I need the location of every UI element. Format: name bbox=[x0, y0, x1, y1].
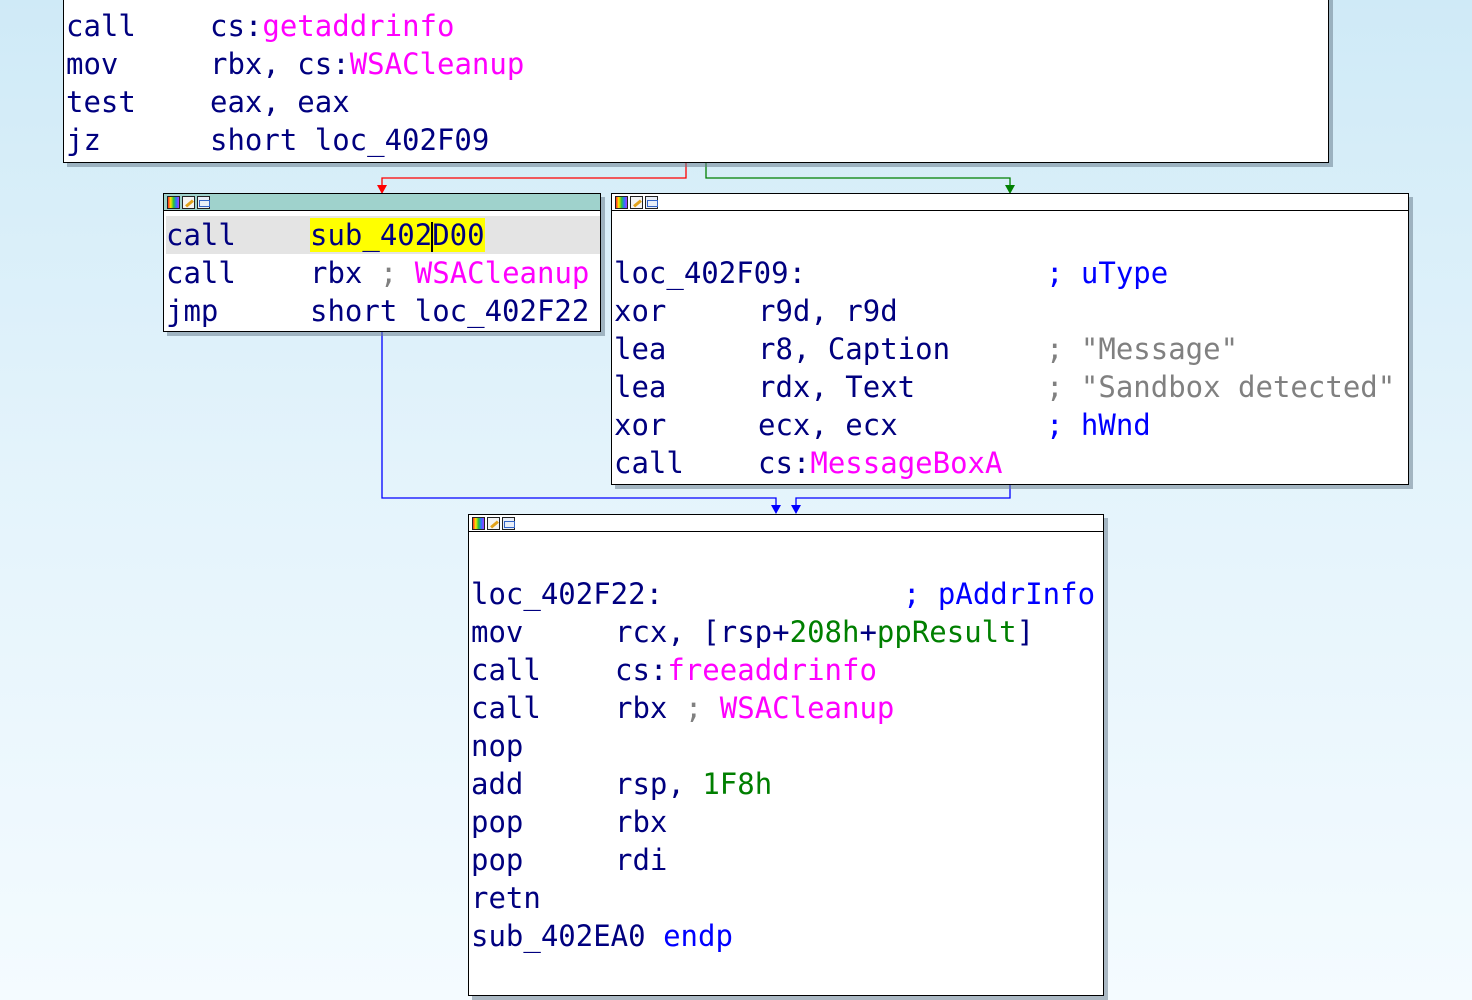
comment-import[interactable]: WSACleanup bbox=[415, 256, 590, 290]
instruction-line[interactable]: xor ecx, ecx; hWnd bbox=[614, 406, 1151, 444]
proc-end-line[interactable]: sub_402EA0 endp bbox=[471, 917, 733, 955]
palette-icon[interactable] bbox=[615, 195, 628, 209]
instruction-line-selected[interactable]: call sub_402D00 bbox=[166, 216, 600, 254]
instruction-line[interactable]: pop rbx bbox=[471, 803, 667, 841]
graph-icon[interactable] bbox=[197, 195, 210, 209]
block-label[interactable]: loc_402F09: bbox=[614, 254, 1046, 292]
string-comment: "Sandbox detected" bbox=[1080, 370, 1396, 404]
code-block-top[interactable]: call cs:getaddrinfo mov rbx, cs:WSACleanup… bbox=[63, 0, 1329, 163]
instruction-line[interactable]: call rbx ; WSACleanup bbox=[166, 254, 589, 292]
instruction-line[interactable]: add rsp, 1F8h bbox=[471, 765, 772, 803]
instruction-line[interactable]: jz short loc_402F09 bbox=[66, 121, 489, 159]
function-name[interactable]: sub_402EA0 bbox=[471, 919, 663, 953]
instruction-line[interactable]: nop bbox=[471, 727, 615, 765]
instruction-line[interactable]: retn bbox=[471, 879, 615, 917]
instruction-line[interactable]: mov rcx, [rsp+208h+ppResult] bbox=[471, 613, 1034, 651]
branch-target[interactable]: short loc_402F22 bbox=[310, 294, 589, 328]
instruction-line[interactable]: xor r9d, r9d bbox=[614, 292, 1046, 330]
graph-icon[interactable] bbox=[502, 516, 515, 530]
string-comment: "Message" bbox=[1080, 332, 1239, 366]
code-block-bottom[interactable]: loc_402F22:; pAddrInfo mov rcx, [rsp+208h… bbox=[468, 514, 1104, 996]
label-line[interactable]: loc_402F22:; pAddrInfo bbox=[471, 575, 1095, 613]
arrowhead-fallthrough-right bbox=[791, 505, 801, 514]
stack-var[interactable]: ppResult bbox=[877, 615, 1017, 649]
instruction-line[interactable]: jmp short loc_402F22 bbox=[166, 292, 589, 330]
instruction-line[interactable]: pop rdi bbox=[471, 841, 667, 879]
import-name[interactable]: freeaddrinfo bbox=[667, 653, 877, 687]
branch-target[interactable]: short loc_402F09 bbox=[210, 123, 489, 157]
edit-icon[interactable] bbox=[630, 195, 643, 209]
edge-true-branch[interactable] bbox=[705, 163, 1011, 188]
arrowhead-jump-left bbox=[771, 505, 781, 514]
edge-false-branch[interactable] bbox=[381, 163, 687, 188]
comment-import[interactable]: WSACleanup bbox=[720, 691, 895, 725]
code-block-left[interactable]: call sub_402D00 call rbx ; WSACleanup jmp s… bbox=[163, 193, 601, 332]
line-comment: ; pAddrInfo bbox=[903, 577, 1096, 611]
line-comment: ; hWnd bbox=[1046, 408, 1151, 442]
edge-fallthrough-right[interactable] bbox=[795, 485, 1011, 508]
instruction-line[interactable]: mov rbx, cs:WSACleanup bbox=[66, 45, 524, 83]
instruction-line[interactable]: lea rdx, Text; "Sandbox detected" bbox=[614, 368, 1395, 406]
instruction-line[interactable]: call rbx ; WSACleanup bbox=[471, 689, 894, 727]
instruction-line[interactable]: call cs:freeaddrinfo bbox=[471, 651, 877, 689]
block-header bbox=[469, 515, 1103, 532]
instruction-line[interactable]: call cs:getaddrinfo bbox=[66, 7, 454, 45]
line-comment: ; uType bbox=[1046, 256, 1169, 290]
edit-icon[interactable] bbox=[182, 195, 195, 209]
palette-icon[interactable] bbox=[167, 195, 180, 209]
instruction-line[interactable]: lea r8, Caption; "Message" bbox=[614, 330, 1238, 368]
graph-icon[interactable] bbox=[645, 195, 658, 209]
palette-icon[interactable] bbox=[472, 516, 485, 530]
instruction-line[interactable]: call cs:MessageBoxA bbox=[614, 444, 1002, 482]
import-name[interactable]: getaddrinfo bbox=[262, 9, 454, 43]
code-block-right[interactable]: loc_402F09:; uType xor r9d, r9d lea r8, Ca… bbox=[611, 193, 1409, 485]
highlighted-symbol[interactable]: sub_402D00 bbox=[310, 218, 485, 252]
import-name[interactable]: MessageBoxA bbox=[810, 446, 1002, 480]
block-header bbox=[164, 194, 600, 211]
block-label[interactable]: loc_402F22: bbox=[471, 575, 903, 613]
label-line[interactable]: loc_402F09:; uType bbox=[614, 254, 1168, 292]
instruction-line[interactable]: test eax, eax bbox=[66, 83, 350, 121]
import-name[interactable]: WSACleanup bbox=[350, 47, 525, 81]
block-header bbox=[612, 194, 1408, 211]
edit-icon[interactable] bbox=[487, 516, 500, 530]
